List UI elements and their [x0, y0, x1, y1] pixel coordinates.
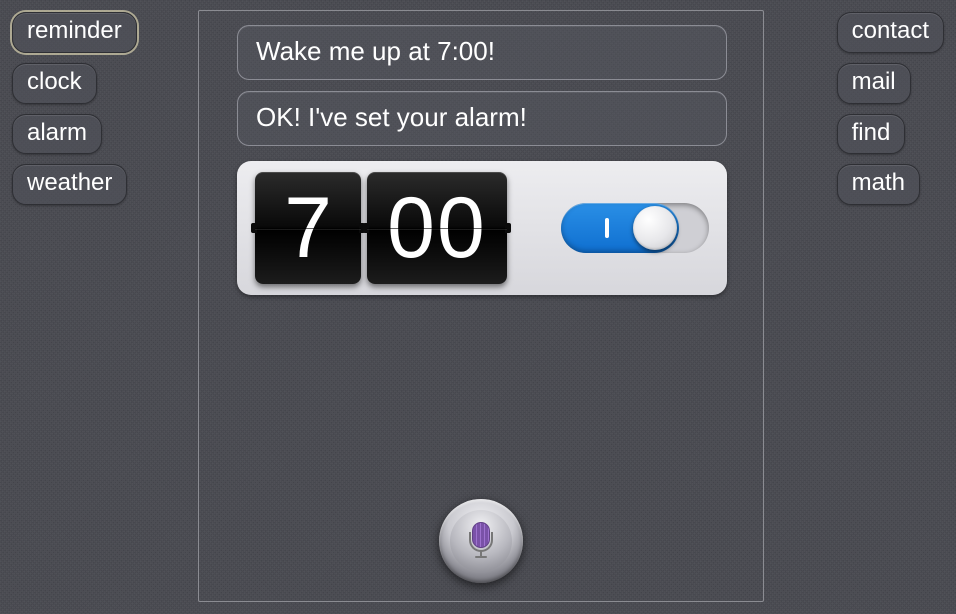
category-clock[interactable]: clock [12, 63, 97, 104]
category-weather[interactable]: weather [12, 164, 127, 205]
category-reminder[interactable]: reminder [12, 12, 137, 53]
category-alarm[interactable]: alarm [12, 114, 102, 155]
alarm-card: 7 00 [237, 161, 727, 295]
assistant-reply-text: OK! I've set your alarm! [256, 102, 527, 132]
category-find[interactable]: find [837, 114, 906, 155]
category-mail[interactable]: mail [837, 63, 911, 104]
alarm-hour-value: 7 [284, 179, 332, 278]
alarm-toggle[interactable] [561, 203, 709, 253]
toggle-on-indicator-icon [605, 218, 609, 238]
assistant-panel: Wake me up at 7:00! OK! I've set your al… [198, 10, 764, 602]
microphone-button-inner [450, 510, 512, 572]
microphone-icon [469, 522, 493, 560]
left-category-column: reminder clock alarm weather [12, 12, 137, 205]
user-request-text: Wake me up at 7:00! [256, 36, 495, 66]
assistant-reply-bubble: OK! I've set your alarm! [237, 91, 727, 146]
user-request-bubble: Wake me up at 7:00! [237, 25, 727, 80]
toggle-knob [633, 206, 677, 250]
microphone-button[interactable] [439, 499, 523, 583]
right-category-column: contact mail find math [837, 12, 944, 205]
category-math[interactable]: math [837, 164, 920, 205]
alarm-minute-value: 00 [387, 179, 487, 278]
category-contact[interactable]: contact [837, 12, 944, 53]
alarm-hour-flip: 7 [255, 172, 361, 284]
alarm-minute-flip: 00 [367, 172, 507, 284]
